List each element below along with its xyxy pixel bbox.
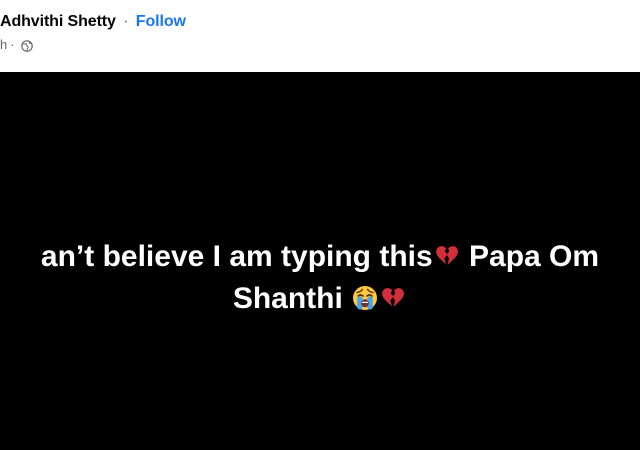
- broken-heart-icon: [382, 288, 405, 307]
- post-meta: h ·: [0, 36, 33, 54]
- post-text-line2: Shanthi: [232, 282, 352, 315]
- post-timestamp[interactable]: h: [0, 36, 7, 54]
- meta-separator: ·: [10, 37, 15, 52]
- follow-button[interactable]: Follow: [136, 13, 186, 30]
- author-name[interactable]: Adhvithi Shetty: [0, 13, 116, 30]
- header-separator: ·: [123, 13, 129, 30]
- header-line: Adhvithi Shetty · Follow: [0, 11, 186, 33]
- facebook-post: Adhvithi Shetty · Follow h · an’t believ…: [0, 0, 640, 450]
- globe-icon[interactable]: [20, 40, 33, 52]
- crying-face-icon: [353, 286, 378, 310]
- broken-heart-icon: [435, 246, 458, 265]
- post-text: an’t believe I am typing this Papa Om Sh…: [0, 236, 640, 320]
- post-text-line1-tail: Papa Om: [460, 240, 600, 273]
- post-text-line1: an’t believe I am typing this: [40, 240, 433, 273]
- post-header: Adhvithi Shetty · Follow h ·: [0, 0, 640, 72]
